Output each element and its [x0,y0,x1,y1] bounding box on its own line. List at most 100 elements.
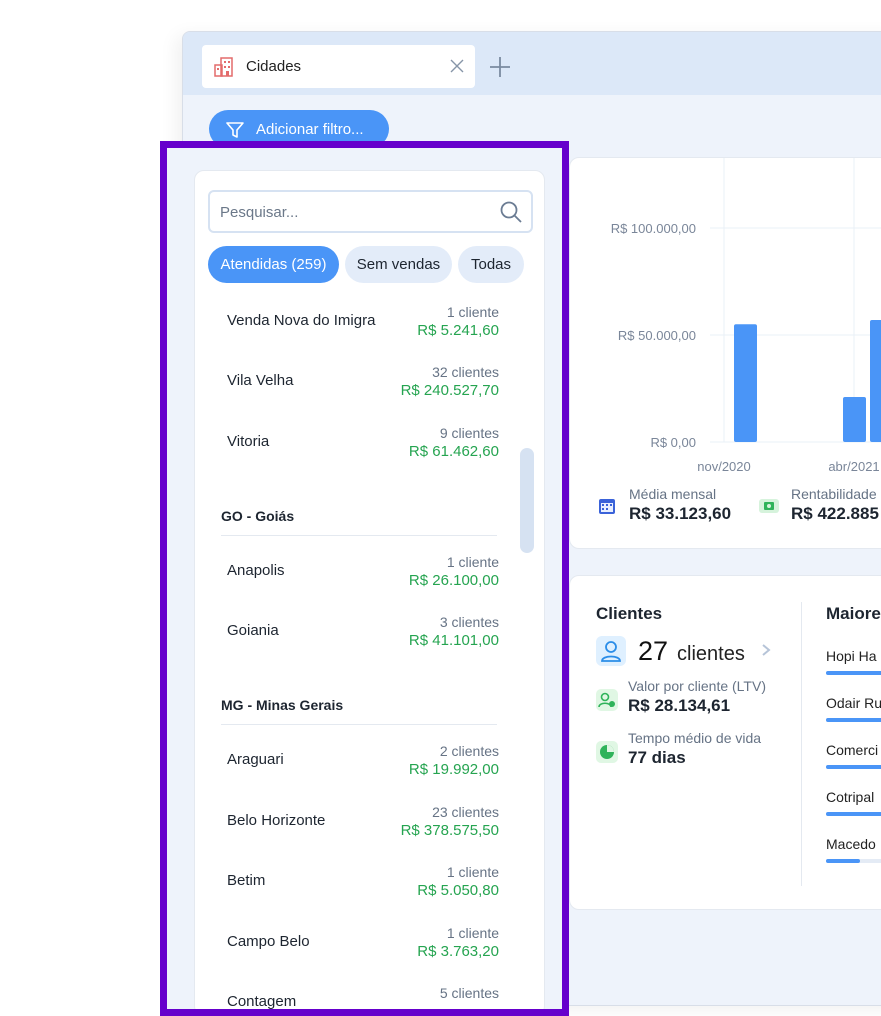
city-row[interactable]: Venda Nova do Imigra 1 cliente R$ 5.241,60 [195,301,505,361]
media-mensal-value: R$ 33.123,60 [629,504,732,523]
city-name: Venda Nova do Imigra [227,312,376,329]
city-row[interactable]: Betim 1 cliente R$ 5.050,80 [195,861,505,921]
city-clients-count: 23 clientes [432,804,499,820]
city-clients-count: 32 clientes [432,364,499,380]
media-mensal-label: Média mensal [629,486,717,502]
top-client-bar-fill [826,859,860,863]
city-name: Contagem [227,993,297,1010]
chart-bar [843,397,866,442]
city-row[interactable]: Araguari 2 clientes R$ 19.992,00 [195,740,505,800]
top-client-bar [826,859,881,863]
city-revenue: R$ 5.050,80 [417,882,499,899]
tab-label: Cidades [246,58,302,75]
city-clients-count: 1 cliente [446,864,499,880]
scrollbar-thumb[interactable] [520,448,534,553]
segment-atendidas[interactable]: Atendidas (259) [208,246,339,283]
group-header: MG - Minas Gerais [221,693,497,725]
divider [801,602,802,886]
top-client-row[interactable]: Macedo [826,836,881,863]
city-name: Vila Velha [227,372,294,389]
add-filter-button[interactable]: Adicionar filtro... [209,110,389,148]
top-client-bar-fill [826,718,881,722]
revenue-chart-card: R$ 100.000,00 R$ 50.000,00 R$ 0,00 nov/2020… [569,157,881,549]
top-client-bar-fill [826,812,881,816]
city-revenue: R$ 3.763,20 [417,943,499,960]
revenue-chart: R$ 100.000,00 R$ 50.000,00 R$ 0,00nov/2020… [611,158,881,474]
ltv-icon [596,689,618,711]
top-client-name: Cotripal [826,789,875,805]
rentabilidade-value: R$ 422.885 [791,504,879,523]
city-clients-count: 3 clientes [439,614,499,630]
x-tick-label: abr/2021 [828,459,879,474]
top-client-row[interactable]: Comerci [826,742,881,769]
top-client-row[interactable]: Odair Ru [826,695,881,722]
search-icon[interactable] [499,200,523,224]
top-client-bar [826,765,881,769]
city-clients-count: 9 clientes [439,425,499,441]
lifetime-icon [596,741,618,763]
ltv-value: R$ 28.134,61 [628,696,731,715]
y-tick-label: R$ 100.000,00 [611,221,696,236]
city-row[interactable]: Contagem 5 clientes [195,982,505,1015]
city-name: Belo Horizonte [227,812,326,829]
search-input[interactable] [220,201,490,223]
city-clients-count: 1 cliente [446,304,499,320]
city-row[interactable]: Vitoria 9 clientes R$ 61.462,60 [195,422,505,482]
city-name: Anapolis [227,562,285,579]
chart-bar [734,324,757,442]
segment-sem-vendas[interactable]: Sem vendas [345,246,452,283]
top-client-name: Hopi Ha [826,648,877,664]
chevron-right-icon[interactable] [760,643,772,657]
clients-card: Clientes 27 clientes Valor por cliente (… [569,575,881,910]
y-tick-label: R$ 0,00 [650,435,696,450]
city-clients-count: 5 clientes [439,985,499,1001]
city-revenue: R$ 378.575,50 [400,822,499,839]
city-row[interactable]: Belo Horizonte 23 clientes R$ 378.575,50 [195,801,505,861]
lifetime-metric: Tempo médio de vida 77 dias [628,730,761,768]
top-client-bar [826,671,881,675]
city-row[interactable]: Campo Belo 1 cliente R$ 3.763,20 [195,922,505,982]
group-header-label: MG - Minas Gerais [221,697,344,713]
group-header-label: GO - Goiás [221,508,295,524]
clients-count-unit: clientes [677,643,745,665]
city-revenue: R$ 5.241,60 [417,322,499,339]
top-client-bar-fill [826,671,881,675]
top-client-row[interactable]: Hopi Ha [826,648,881,675]
lifetime-label: Tempo médio de vida [628,730,762,746]
add-filter-label: Adicionar filtro... [256,121,364,138]
ltv-metric: Valor por cliente (LTV) R$ 28.134,61 [628,678,766,716]
city-revenue: R$ 240.527,70 [400,382,499,399]
city-name: Campo Belo [227,933,310,950]
media-mensal-stat: Média mensal R$ 33.123,60 [629,486,731,524]
city-row[interactable]: Anapolis 1 cliente R$ 26.100,00 [195,551,505,611]
city-revenue: R$ 61.462,60 [408,443,499,460]
top-client-name: Macedo [826,836,876,852]
city-revenue: R$ 41.101,00 [408,632,499,649]
lifetime-value: 77 dias [628,748,686,767]
segment-todas[interactable]: Todas [458,246,524,283]
rentabilidade-label: Rentabilidade [791,486,877,502]
close-icon[interactable] [449,58,465,74]
top-client-row[interactable]: Cotripal [826,789,881,816]
money-icon [759,499,779,513]
clients-title: Clientes [596,604,663,623]
city-clients-count: 1 cliente [446,554,499,570]
top-client-name: Odair Ru [826,695,881,711]
top-client-bar [826,718,881,722]
x-tick-label: nov/2020 [697,459,751,474]
city-clients-count: 2 clientes [439,743,499,759]
city-row[interactable]: Vila Velha 32 clientes R$ 240.527,70 [195,361,505,421]
y-tick-label: R$ 50.000,00 [618,328,696,343]
search-box [208,190,533,233]
calendar-icon [599,499,615,514]
ltv-label: Valor por cliente (LTV) [628,678,766,694]
filter-icon [226,122,244,138]
add-tab-icon[interactable] [488,55,512,79]
city-row[interactable]: Goiania 3 clientes R$ 41.101,00 [195,611,505,671]
city-revenue: R$ 19.992,00 [408,761,499,778]
city-name: Araguari [227,751,284,768]
tab-bar: Cidades [183,32,881,95]
top-client-bar [826,812,881,816]
tab-cidades[interactable]: Cidades [202,45,475,88]
user-icon [596,636,626,666]
